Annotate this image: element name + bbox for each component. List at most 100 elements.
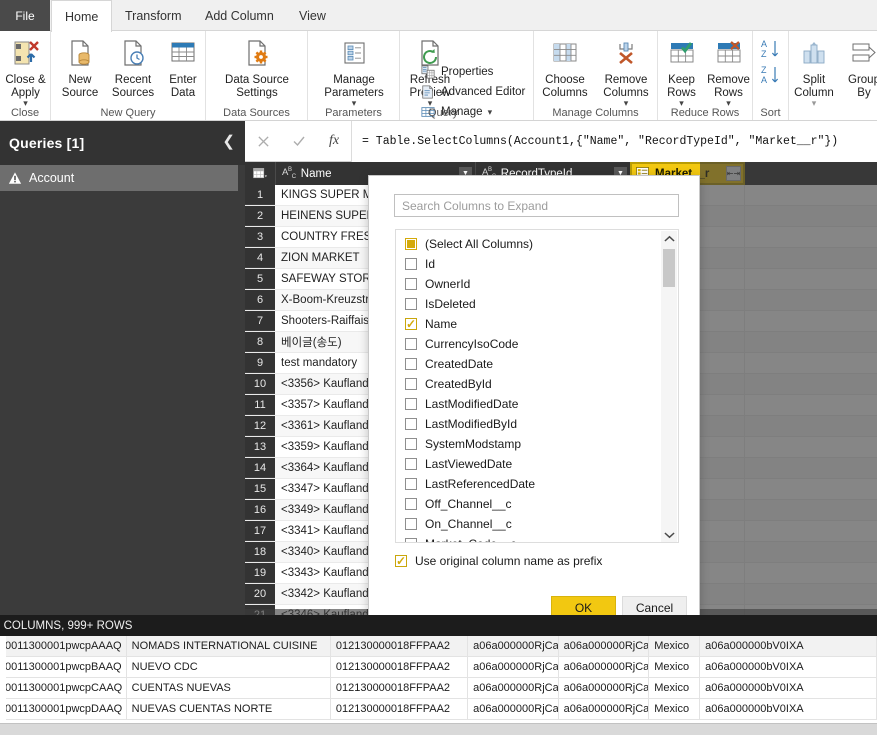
- checkbox-icon[interactable]: [405, 378, 417, 390]
- bottom-table-cell[interactable]: Mexico: [649, 678, 701, 698]
- expand-list-scrollbar[interactable]: [661, 231, 677, 542]
- remove-rows-button[interactable]: Remove Rows ▾: [705, 35, 752, 109]
- chevron-down-icon[interactable]: [661, 527, 677, 542]
- checkbox-icon[interactable]: [405, 398, 417, 410]
- bottom-table-cell[interactable]: a06a000000RjCa4AAF: [559, 699, 650, 719]
- expand-column-item[interactable]: SystemModstamp: [396, 434, 678, 454]
- sort-descending-button[interactable]: Z A: [761, 64, 781, 88]
- bottom-table-row[interactable]: 0011300001pwcpCAAQ CUENTAS NUEVAS 01213000…: [0, 678, 877, 699]
- bottom-table-cell[interactable]: Mexico: [649, 657, 701, 677]
- sidebar-item-account[interactable]: Account: [0, 165, 238, 191]
- tab-add-column[interactable]: Add Column: [192, 0, 287, 31]
- bottom-table-cell[interactable]: 0011300001pwcpCAAQ: [0, 678, 127, 698]
- tab-file[interactable]: File: [0, 0, 50, 31]
- expand-column-item[interactable]: Name: [396, 314, 678, 334]
- advanced-editor-button[interactable]: Advanced Editor: [420, 84, 525, 100]
- checkbox-icon[interactable]: [405, 538, 417, 542]
- bottom-table-cell[interactable]: 012130000018FFPAA2: [331, 657, 469, 677]
- bottom-table-cell[interactable]: a06a000000bV0IXA: [700, 657, 877, 677]
- bottom-table-cell[interactable]: CUENTAS NUEVAS: [127, 678, 331, 698]
- choose-columns-button[interactable]: Choose Columns: [536, 35, 594, 99]
- properties-button[interactable]: Properties: [420, 64, 493, 80]
- chevron-up-icon[interactable]: [661, 231, 677, 247]
- checkbox-icon[interactable]: [405, 258, 417, 270]
- checkbox-icon[interactable]: [405, 338, 417, 350]
- checkbox-icon[interactable]: [405, 498, 417, 510]
- checkbox-icon[interactable]: [405, 478, 417, 490]
- checkbox-icon[interactable]: [405, 238, 417, 250]
- checkbox-icon[interactable]: [405, 458, 417, 470]
- group-by-button[interactable]: Group By: [841, 35, 877, 99]
- expand-column-item[interactable]: LastModifiedDate: [396, 394, 678, 414]
- expand-column-item[interactable]: LastViewedDate: [396, 454, 678, 474]
- manage-parameters-button[interactable]: Manage Parameters ▾: [308, 35, 400, 109]
- expand-column-item[interactable]: Off_Channel__c: [396, 494, 678, 514]
- expand-column-item[interactable]: CreatedById: [396, 374, 678, 394]
- bottom-table-cell[interactable]: a06a000000bV0IXA: [700, 699, 877, 719]
- bottom-table-cell[interactable]: a06a000000bV0IXA: [700, 636, 877, 656]
- checkbox-icon[interactable]: [405, 318, 417, 330]
- expand-column-item[interactable]: Id: [396, 254, 678, 274]
- keep-rows-button[interactable]: Keep Rows ▾: [658, 35, 705, 109]
- data-source-settings-button[interactable]: Data Source Settings: [206, 35, 308, 99]
- bottom-table-cell[interactable]: a06a000000RjCa4AAF: [468, 657, 559, 677]
- tab-view[interactable]: View: [286, 0, 339, 31]
- formula-cancel-button[interactable]: [245, 121, 281, 162]
- checkbox-icon[interactable]: [405, 358, 417, 370]
- bottom-table-cell[interactable]: Mexico: [649, 636, 701, 656]
- checkbox-icon[interactable]: [405, 298, 417, 310]
- bottom-table-cell[interactable]: NUEVAS CUENTAS NORTE: [127, 699, 331, 719]
- formula-input[interactable]: = Table.SelectColumns(Account1,{"Name", …: [352, 120, 877, 162]
- expand-column-item[interactable]: CreatedDate: [396, 354, 678, 374]
- bottom-table-cell[interactable]: a06a000000RjCa4AAF: [559, 678, 650, 698]
- expand-column-item[interactable]: (Select All Columns): [396, 234, 678, 254]
- bottom-table-cell[interactable]: a06a000000RjCa4AAF: [468, 699, 559, 719]
- bottom-table-cell[interactable]: NOMADS INTERNATIONAL CUISINE: [127, 636, 331, 656]
- bottom-table-cell[interactable]: 012130000018FFPAA2: [331, 699, 469, 719]
- expand-column-item[interactable]: OwnerId: [396, 274, 678, 294]
- close-and-apply-button[interactable]: Close & Apply ▾: [0, 35, 51, 109]
- chevron-down-icon[interactable]: ▾: [812, 98, 817, 109]
- bottom-table-cell[interactable]: Mexico: [649, 699, 701, 719]
- bottom-table-row[interactable]: 0011300001pwcpBAAQ NUEVO CDC 012130000018F…: [0, 657, 877, 678]
- bottom-table-cell[interactable]: a06a000000RjCa4AAF: [559, 657, 650, 677]
- bottom-table-cell[interactable]: 0011300001pwcpBAAQ: [0, 657, 127, 677]
- checkbox-icon[interactable]: [405, 438, 417, 450]
- use-original-prefix-checkbox[interactable]: Use original column name as prefix: [395, 554, 602, 568]
- sort-ascending-button[interactable]: A Z: [761, 38, 781, 62]
- tab-home[interactable]: Home: [51, 0, 113, 32]
- bottom-table-row[interactable]: 0011300001pwcpDAAQ NUEVAS CUENTAS NORTE 01…: [0, 699, 877, 720]
- bottom-table-row[interactable]: 0011300001pwcpAAAQ NOMADS INTERNATIONAL C…: [0, 636, 877, 657]
- bottom-table-cell[interactable]: 0011300001pwcpDAAQ: [0, 699, 127, 719]
- remove-columns-button[interactable]: Remove Columns ▾: [596, 35, 656, 109]
- expand-column-item[interactable]: LastReferencedDate: [396, 474, 678, 494]
- checkbox-icon[interactable]: [405, 518, 417, 530]
- formula-accept-button[interactable]: [281, 121, 317, 162]
- expand-column-item[interactable]: LastModifiedById: [396, 414, 678, 434]
- enter-data-button[interactable]: Enter Data: [161, 35, 205, 99]
- expand-column-item[interactable]: IsDeleted: [396, 294, 678, 314]
- bottom-table-cell[interactable]: a06a000000bV0IXA: [700, 678, 877, 698]
- split-column-button[interactable]: Split Column ▾: [789, 35, 839, 109]
- expand-column-item[interactable]: Market_Code__c: [396, 534, 678, 542]
- tab-transform[interactable]: Transform: [112, 0, 195, 31]
- bottom-table-cell[interactable]: a06a000000RjCa4AAF: [468, 636, 559, 656]
- bottom-table-cell[interactable]: 012130000018FFPAA2: [331, 678, 469, 698]
- recent-sources-button[interactable]: Recent Sources: [107, 35, 159, 99]
- bottom-table-cell[interactable]: a06a000000RjCa4AAF: [468, 678, 559, 698]
- ribbon-body: Close & Apply ▾ Close New Source Recent …: [0, 31, 877, 121]
- checkbox-icon[interactable]: [405, 278, 417, 290]
- bottom-table-cell[interactable]: a06a000000RjCa4AAF: [559, 636, 650, 656]
- search-columns-input[interactable]: [394, 194, 679, 217]
- table-corner-icon[interactable]: [245, 162, 275, 185]
- checkbox-icon[interactable]: [405, 418, 417, 430]
- bottom-table-cell[interactable]: 0011300001pwcpAAAQ: [0, 636, 127, 656]
- bottom-table-cell[interactable]: NUEVO CDC: [127, 657, 331, 677]
- expand-column-item[interactable]: CurrencyIsoCode: [396, 334, 678, 354]
- expand-column-item[interactable]: On_Channel__c: [396, 514, 678, 534]
- expand-columns-list[interactable]: (Select All Columns) Id OwnerId IsDeleted Na…: [395, 229, 679, 543]
- expand-list-scroll-thumb[interactable]: [663, 249, 675, 287]
- bottom-table-cell[interactable]: 012130000018FFPAA2: [331, 636, 469, 656]
- chevron-left-icon[interactable]: ❮: [222, 134, 235, 149]
- new-source-button[interactable]: New Source: [54, 35, 106, 99]
